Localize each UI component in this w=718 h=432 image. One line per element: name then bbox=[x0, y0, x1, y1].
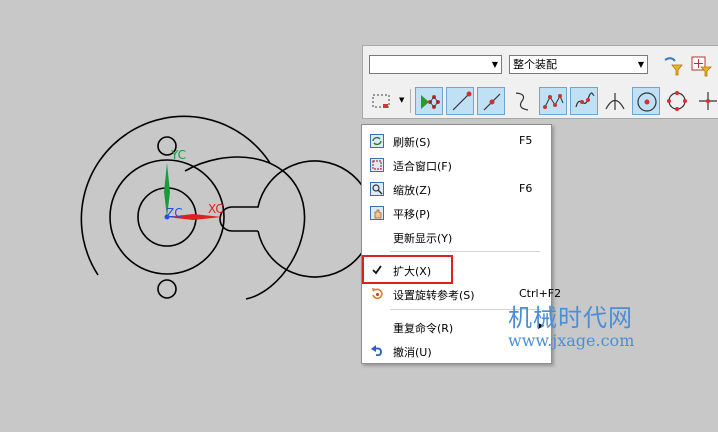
menu-item-label: 重复命令(R) bbox=[393, 322, 454, 335]
zoom-icon bbox=[370, 182, 384, 196]
snap-intersection-button[interactable] bbox=[601, 87, 629, 115]
chevron-down-icon: ▼ bbox=[491, 60, 498, 69]
menu-item-zoom[interactable]: 缩放(Z) F6 bbox=[362, 178, 551, 200]
snap-intersection-icon bbox=[605, 93, 625, 110]
menu-item-label: 撤消(U) bbox=[393, 346, 432, 359]
filter-button[interactable] bbox=[659, 52, 687, 80]
select-filter-box-icon bbox=[691, 56, 712, 77]
snap-control-point-button[interactable] bbox=[508, 87, 536, 115]
zc-label: ZC bbox=[166, 206, 183, 220]
rectangle-select-icon bbox=[372, 94, 390, 108]
snap-curve-button[interactable] bbox=[570, 87, 598, 115]
fit-window-icon bbox=[370, 158, 384, 172]
menu-item-update-display[interactable]: 更新显示(Y) bbox=[362, 226, 551, 248]
watermark-url: www.jxage.com bbox=[508, 331, 635, 350]
snap-curve-point-button[interactable] bbox=[539, 87, 567, 115]
selection-scope-combo[interactable]: 整个装配 ▼ bbox=[509, 55, 648, 74]
selection-scope-value: 整个装配 bbox=[513, 58, 557, 71]
snap-quadrant-button[interactable] bbox=[663, 87, 691, 115]
sketch-geometry bbox=[80, 115, 374, 300]
yc-label: YC bbox=[171, 148, 187, 162]
snap-curve-point-icon bbox=[543, 94, 564, 109]
type-filter-combo[interactable]: ▼ bbox=[369, 55, 502, 74]
menu-item-label: 刷新(S) bbox=[393, 136, 431, 149]
select-filter-button[interactable] bbox=[687, 52, 715, 80]
arc-profile bbox=[184, 156, 306, 300]
snap-arc-center-button[interactable] bbox=[632, 87, 660, 115]
snap-curve-icon bbox=[575, 92, 595, 108]
refresh-icon bbox=[370, 134, 384, 148]
menu-item-shortcut: F5 bbox=[519, 134, 533, 147]
rotate-reference-icon bbox=[372, 288, 383, 300]
menu-item-label: 适合窗口(F) bbox=[393, 160, 452, 173]
undo-icon bbox=[371, 345, 382, 357]
highlight-box bbox=[362, 255, 453, 284]
menu-item-pan[interactable]: 平移(P) bbox=[362, 202, 551, 224]
outer-arc bbox=[80, 115, 271, 276]
snap-endpoint-button[interactable] bbox=[446, 87, 474, 115]
snap-control-point-icon bbox=[515, 92, 529, 111]
snap-all-icon bbox=[421, 95, 440, 109]
rectangle-select-button[interactable] bbox=[367, 87, 395, 115]
snap-midpoint-icon bbox=[483, 93, 501, 111]
filter-funnel-icon bbox=[664, 57, 683, 76]
menu-item-label: 平移(P) bbox=[393, 208, 431, 221]
snap-crosshair-icon bbox=[699, 92, 717, 110]
snap-arc-center-icon bbox=[637, 92, 657, 112]
bottom-hole bbox=[157, 279, 177, 299]
snap-endpoint-icon bbox=[452, 91, 472, 111]
keyhole-circle bbox=[219, 160, 374, 278]
watermark-title: 机械时代网 bbox=[508, 304, 633, 332]
chevron-down-icon: ▼ bbox=[637, 60, 644, 69]
menu-item-label: 更新显示(Y) bbox=[393, 232, 453, 245]
snap-crosshair-button[interactable] bbox=[694, 87, 718, 115]
xc-label: XC bbox=[208, 202, 224, 216]
snap-all-button[interactable] bbox=[415, 87, 443, 115]
snap-midpoint-button[interactable] bbox=[477, 87, 505, 115]
chevron-down-icon[interactable]: ▼ bbox=[399, 96, 404, 104]
watermark: 机械时代网 www.jxage.com bbox=[508, 298, 634, 350]
selection-toolbar: ▼ 整个装配 ▼ ▼ bbox=[362, 45, 718, 119]
toolbar-separator bbox=[410, 89, 411, 113]
pan-icon bbox=[370, 206, 384, 220]
menu-item-label: 缩放(Z) bbox=[393, 184, 432, 197]
snap-quadrant-icon bbox=[667, 91, 687, 111]
menu-item-shortcut: F6 bbox=[519, 182, 533, 195]
menu-separator bbox=[390, 251, 540, 252]
menu-item-fit-window[interactable]: 适合窗口(F) bbox=[362, 154, 551, 176]
menu-item-refresh[interactable]: 刷新(S) F5 bbox=[362, 130, 551, 152]
menu-item-label: 设置旋转参考(S) bbox=[393, 289, 475, 302]
